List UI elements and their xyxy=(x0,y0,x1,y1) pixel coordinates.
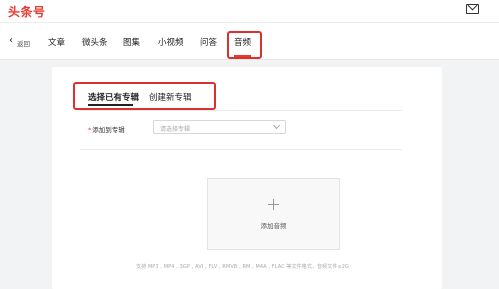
add-audio-label: 添加音频 xyxy=(260,222,287,230)
album-select-placeholder: 请选择专辑 xyxy=(160,126,191,133)
nav-item-micro-headline[interactable]: 微头条 xyxy=(82,36,108,48)
mail-icon[interactable] xyxy=(466,4,479,14)
top-bar: 头条号 xyxy=(0,0,499,23)
supported-formats-hint: 支持 MP3 , MP4 , 3GP , AVI , FLV , RMVB , … xyxy=(136,264,350,270)
highlight-box-audio xyxy=(227,31,262,59)
nav-item-article[interactable]: 文章 xyxy=(48,36,65,48)
chevron-left-icon[interactable]: ‹ xyxy=(9,35,13,46)
field-label-add-to-album: *添加到专辑 xyxy=(88,124,125,134)
nav-item-gallery[interactable]: 图集 xyxy=(123,36,140,48)
nav-item-short-video[interactable]: 小视频 xyxy=(158,36,184,48)
add-audio-button[interactable]: 添加音频 xyxy=(207,178,340,250)
logo[interactable]: 头条号 xyxy=(8,3,46,20)
divider xyxy=(80,149,402,150)
nav-item-qa[interactable]: 问答 xyxy=(200,36,217,48)
highlight-box-album-tabs xyxy=(73,82,216,110)
plus-icon xyxy=(268,199,279,210)
album-select[interactable]: 请选择专辑 xyxy=(153,120,286,134)
field-label-text: 添加到专辑 xyxy=(92,126,125,134)
required-mark: * xyxy=(88,126,92,134)
back-link[interactable]: 返回 xyxy=(17,38,30,48)
divider xyxy=(80,110,402,111)
chevron-down-icon xyxy=(272,121,281,130)
